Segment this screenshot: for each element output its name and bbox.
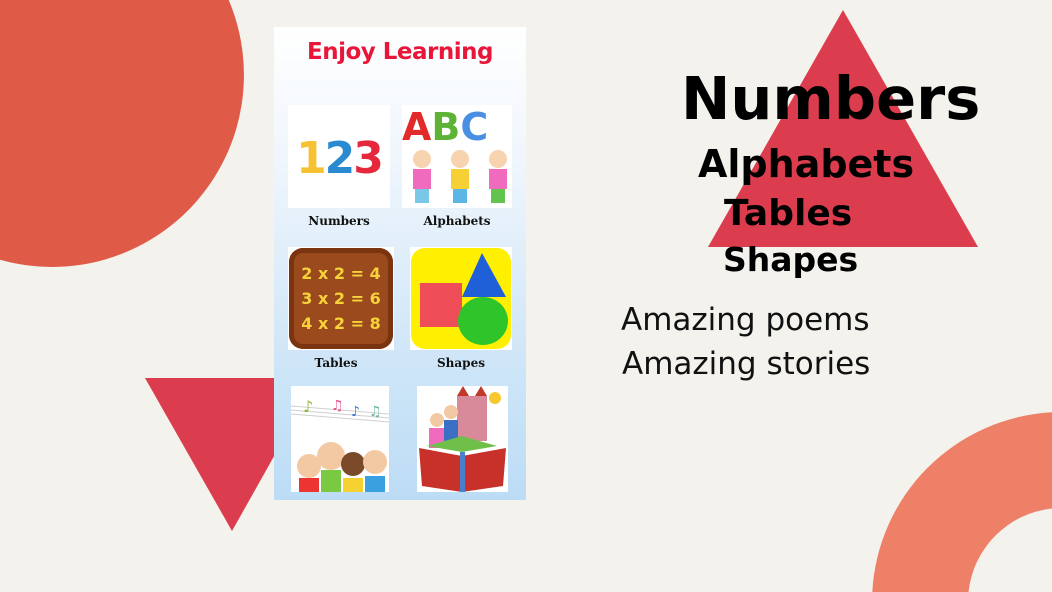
shapes-tile[interactable] [410, 247, 512, 350]
singing-kids-poems-image: ♪ ♫ ♪ ♫ [291, 397, 389, 492]
tables-label: Tables [314, 356, 358, 370]
svg-text:♫: ♫ [369, 404, 382, 420]
feature-heading-tables: Tables [724, 193, 853, 234]
app-title: Enjoy Learning [307, 39, 493, 65]
numbers-tile[interactable]: 123 [288, 105, 390, 208]
kids-illustration [413, 150, 507, 203]
alphabets-tile[interactable]: ABC [402, 105, 512, 208]
numbers-label: Numbers [308, 214, 370, 228]
feature-heading-numbers: Numbers [681, 64, 981, 133]
storybook-fairy-tale-image [419, 386, 506, 492]
shapes-label: Shapes [437, 356, 485, 370]
feature-heading-alphabets: Alphabets [698, 142, 915, 186]
table-line: 3 x 2 = 6 [301, 289, 381, 308]
multiplication-tables-board-image: 2 x 2 = 4 3 x 2 = 6 4 x 2 = 8 [289, 248, 393, 349]
feature-heading-shapes: Shapes [723, 240, 859, 279]
svg-text:♪: ♪ [303, 397, 313, 416]
poems-tile[interactable]: ♪ ♫ ♪ ♫ [291, 386, 389, 492]
table-line: 4 x 2 = 8 [301, 314, 381, 333]
feature-poems: Amazing poems [621, 302, 870, 338]
alphabets-label: Alphabets [423, 214, 491, 228]
svg-text:♫: ♫ [331, 398, 344, 414]
numbers-123-image: 123 [288, 133, 390, 184]
alphabets-abc-kids-image: ABC [402, 105, 512, 149]
app-screenshot: Enjoy Learning 123 Numbers ABC Alphabets… [274, 27, 526, 500]
decor-ring [872, 412, 1052, 592]
svg-text:♪: ♪ [351, 404, 360, 420]
table-line: 2 x 2 = 4 [301, 264, 381, 283]
numbers-123-text: 123 [296, 133, 384, 184]
tables-tile[interactable]: 2 x 2 = 4 3 x 2 = 6 4 x 2 = 8 [288, 247, 394, 350]
feature-stories: Amazing stories [622, 346, 871, 382]
stories-tile[interactable] [417, 386, 508, 492]
decor-circle [0, 0, 244, 267]
3d-shapes-image [411, 248, 511, 349]
alphabets-abc-text: ABC [402, 105, 489, 149]
